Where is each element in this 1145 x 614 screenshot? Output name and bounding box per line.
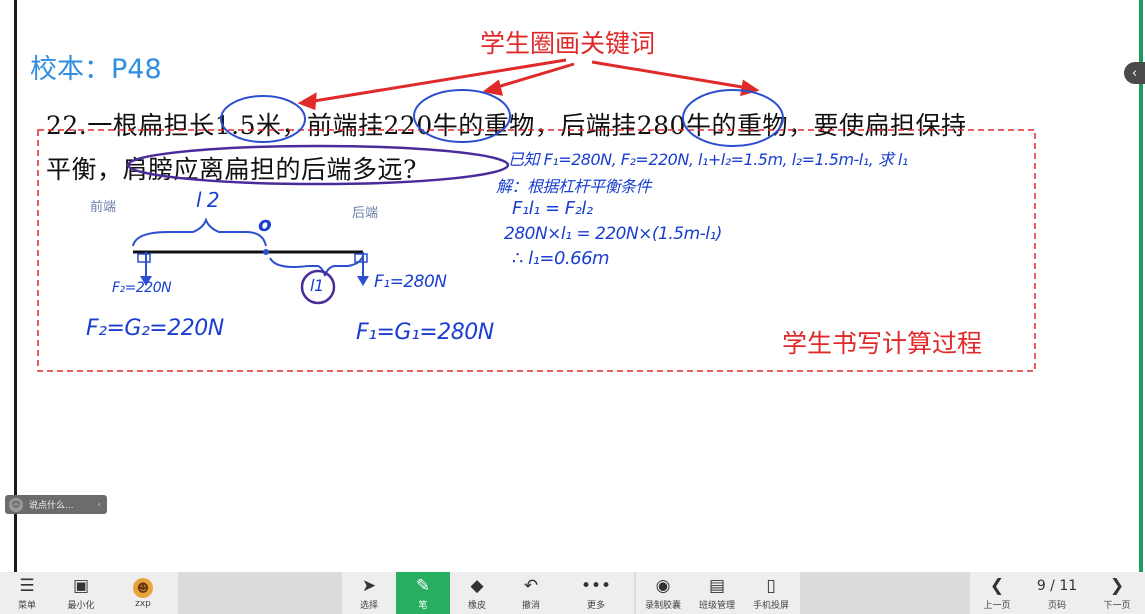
toolbar-left-group: ☰ 菜单 ▣ 最小化 ☻ zxp (0, 572, 178, 614)
work-line: F₁l₁ = F₂l₂ (512, 198, 593, 219)
more-icon: ••• (580, 576, 612, 596)
chevron-right-icon: ❯ (1109, 576, 1125, 596)
back-end-label: 后端 (352, 206, 379, 221)
phone-cast-button[interactable]: ▯ 手机投屏 (744, 572, 798, 614)
ink-layer (37, 58, 1036, 372)
question-circle (126, 144, 510, 186)
f2-arrow-label: F₂=220N (112, 280, 172, 296)
pivot-label: o (258, 212, 272, 236)
minimize-button[interactable]: ▣ 最小化 (54, 572, 108, 614)
class-manage-button[interactable]: ▤ 班级管理 (690, 572, 744, 614)
eraser-icon: ◆ (470, 576, 484, 596)
annotation-arrows (297, 58, 760, 111)
work-line: 解：根据杠杆平衡条件 (496, 177, 652, 196)
comment-placeholder: 说点什么... (29, 501, 74, 511)
avatar-icon: ☻ (133, 577, 153, 598)
chat-icon: ☺ (9, 497, 23, 512)
f1-arrow-label: F₁=280N (374, 272, 447, 292)
whiteboard-canvas[interactable]: 校本：P48 学生圈画关键词 22.一根扁担长1.5米，前端挂220牛的重物，后… (18, 0, 1120, 572)
undo-button[interactable]: ↶ 撤消 (504, 572, 558, 614)
menu-button[interactable]: ☰ 菜单 (0, 572, 54, 614)
f1-equation: F₁=G₁=280N (356, 320, 494, 345)
undo-icon: ↶ (523, 576, 539, 596)
l2-label: l 2 (196, 188, 220, 212)
right-edge (1120, 0, 1145, 572)
class-manage-icon: ▤ (708, 576, 726, 596)
work-line: 280N×l₁ = 220N×(1.5m-l₁) (504, 224, 722, 244)
chevron-left-icon: ‹ (1131, 65, 1138, 81)
pen-icon: ✎ (415, 576, 431, 596)
page-number-button[interactable]: 9 / 11 页码 (1024, 572, 1090, 614)
comment-input[interactable]: ☺ 说点什么... ‹ (5, 495, 107, 514)
phone-cast-icon: ▯ (766, 576, 776, 596)
front-end-label: 前端 (90, 200, 117, 215)
bottom-toolbar: ☰ 菜单 ▣ 最小化 ☻ zxp ➤ 选择 ✎ 笔 ◆ 橡皮 ↶ 撤消 ••• (0, 572, 1145, 614)
record-capsule-button[interactable]: ◉ 录制胶囊 (636, 572, 690, 614)
next-page-button[interactable]: ❯ 下一页 (1090, 572, 1144, 614)
select-tool-button[interactable]: ➤ 选择 (342, 572, 396, 614)
chevron-left-icon: ❮ (989, 576, 1005, 596)
f2-equation: F₂=G₂=220N (86, 316, 224, 341)
eraser-tool-button[interactable]: ◆ 橡皮 (450, 572, 504, 614)
work-line: ∴ l₁=0.66m (512, 248, 610, 269)
more-button[interactable]: ••• 更多 (558, 572, 634, 614)
cursor-icon: ➤ (361, 576, 377, 596)
pen-tool-button[interactable]: ✎ 笔 (396, 572, 450, 614)
work-line: 已知 F₁=280N, F₂=220N, l₁+l₂=1.5m, l₂=1.5m… (508, 150, 908, 169)
prev-page-button[interactable]: ❮ 上一页 (970, 572, 1024, 614)
user-avatar-button[interactable]: ☻ zxp (108, 572, 178, 614)
annotation-process-label: 学生书写计算过程 (782, 329, 983, 358)
l1-label: l1 (310, 276, 324, 295)
drawing-tools: ➤ 选择 ✎ 笔 ◆ 橡皮 ↶ 撤消 ••• 更多 (342, 572, 634, 614)
extra-tools: ◉ 录制胶囊 ▤ 班级管理 ▯ 手机投屏 (636, 572, 800, 614)
side-panel-toggle[interactable]: ‹ (1124, 62, 1145, 84)
left-edge (0, 0, 18, 572)
page-navigation: ❮ 上一页 9 / 11 页码 ❯ 下一页 (970, 572, 1145, 614)
collapse-icon[interactable]: ‹ (97, 500, 101, 510)
page-indicator: 9 / 11 (1036, 578, 1078, 594)
keyword-circles (220, 89, 784, 147)
menu-icon: ☰ (19, 576, 35, 596)
record-icon: ◉ (655, 576, 671, 596)
minimize-icon: ▣ (72, 576, 90, 596)
